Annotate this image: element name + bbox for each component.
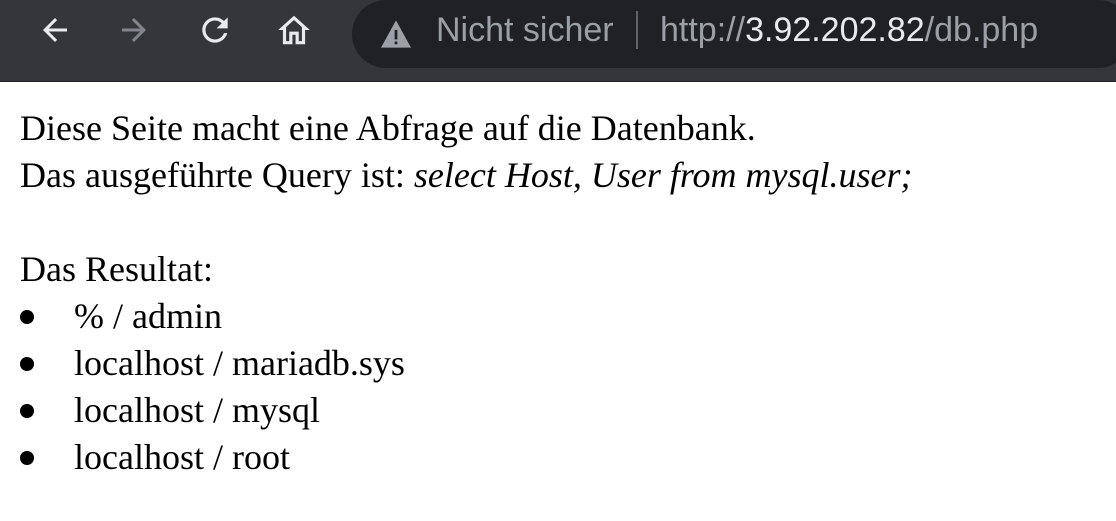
home-icon bbox=[278, 15, 310, 45]
reload-button[interactable] bbox=[193, 8, 237, 52]
back-arrow-icon bbox=[43, 18, 67, 42]
bullet-icon bbox=[20, 404, 34, 418]
address-bar[interactable]: Nicht sicher http://3.92.202.82/db.php bbox=[352, 0, 1116, 68]
query-line: Das ausgeführte Query ist: select Host, … bbox=[20, 152, 913, 199]
result-text: localhost / mysql bbox=[74, 390, 320, 430]
url-scheme: http:// bbox=[660, 11, 746, 49]
list-item: localhost / mariadb.sys bbox=[20, 340, 913, 387]
forward-button[interactable] bbox=[112, 8, 156, 52]
browser-toolbar: Nicht sicher http://3.92.202.82/db.php bbox=[0, 0, 1116, 82]
bullet-icon bbox=[20, 310, 34, 324]
reload-icon bbox=[202, 17, 228, 43]
result-label: Das Resultat: bbox=[20, 249, 213, 289]
bullet-icon bbox=[20, 451, 34, 465]
query-text: select Host, User from mysql.user; bbox=[413, 155, 913, 195]
intro-text: Diese Seite macht eine Abfrage auf die D… bbox=[20, 108, 756, 148]
omnibox-divider bbox=[636, 11, 638, 49]
bullet-icon bbox=[20, 357, 34, 371]
forward-arrow-icon bbox=[122, 18, 146, 42]
url-text[interactable]: http://3.92.202.82/db.php bbox=[660, 8, 1038, 52]
url-host: 3.92.202.82 bbox=[745, 11, 925, 49]
result-text: % / admin bbox=[74, 296, 222, 336]
result-text: localhost / mariadb.sys bbox=[74, 343, 405, 383]
list-item: localhost / mysql bbox=[20, 387, 913, 434]
page-content: Diese Seite macht eine Abfrage auf die D… bbox=[20, 105, 913, 481]
back-button[interactable] bbox=[33, 8, 77, 52]
warning-icon[interactable] bbox=[379, 19, 413, 49]
query-label: Das ausgeführte Query ist: bbox=[20, 155, 414, 195]
list-item: % / admin bbox=[20, 293, 913, 340]
result-text: localhost / root bbox=[74, 437, 290, 477]
home-button[interactable] bbox=[272, 8, 316, 52]
url-path: /db.php bbox=[924, 11, 1039, 49]
result-list: % / admin localhost / mariadb.sys localh… bbox=[20, 293, 913, 481]
security-status-label[interactable]: Nicht sicher bbox=[436, 8, 614, 52]
list-item: localhost / root bbox=[20, 434, 913, 481]
